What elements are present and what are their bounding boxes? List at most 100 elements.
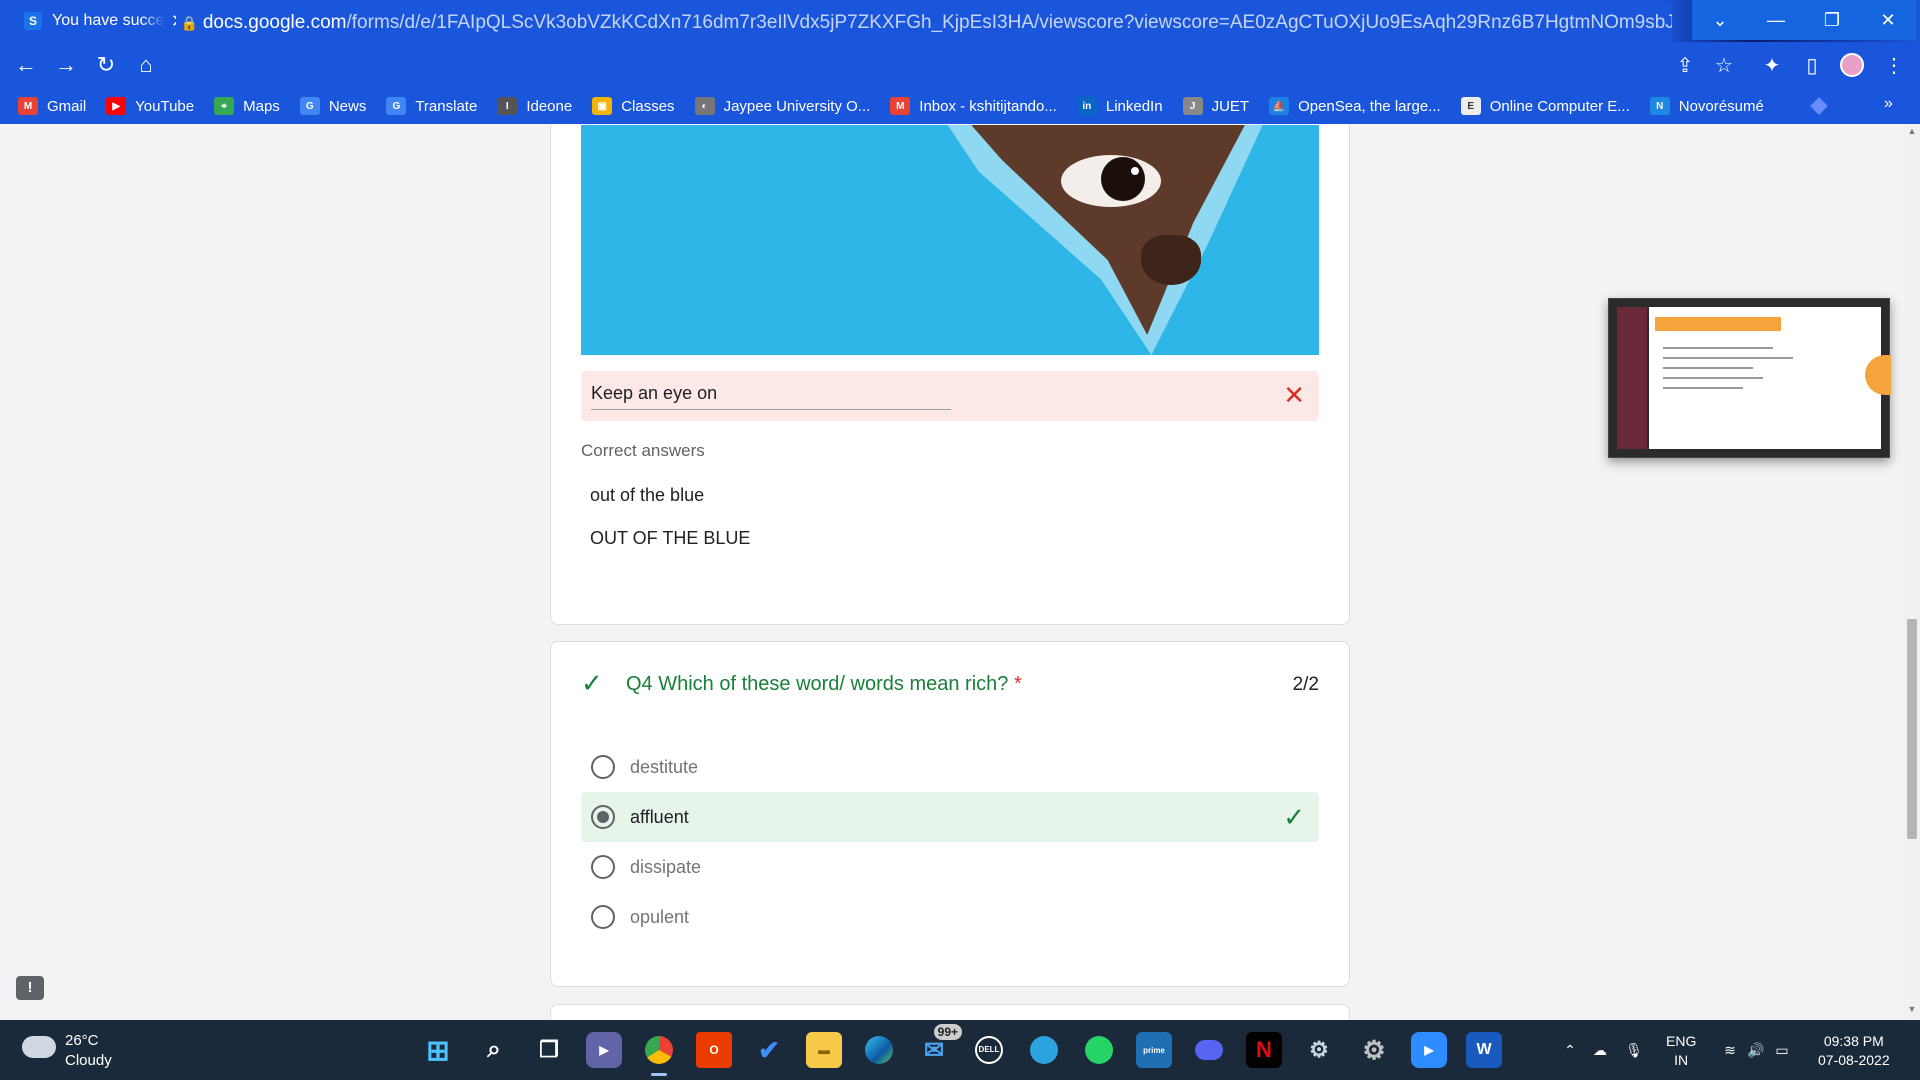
scrollbar-thumb[interactable]: [1907, 619, 1917, 839]
clock-date: 07-08-2022: [1818, 1052, 1890, 1068]
correct-check-icon: ✓: [581, 668, 603, 698]
settings-gear-icon[interactable]: ⚙: [1356, 1032, 1392, 1068]
word-icon[interactable]: W: [1466, 1032, 1502, 1068]
bookmark-item[interactable]: ⌖ Maps: [214, 97, 280, 115]
bookmark-item[interactable]: J JUET: [1182, 97, 1249, 115]
eye-glint: [1131, 167, 1139, 175]
discord-icon[interactable]: [1191, 1032, 1227, 1068]
wifi-icon[interactable]: ≋: [1718, 1020, 1742, 1080]
correct-answer-item: OUT OF THE BLUE: [590, 528, 751, 548]
forward-arrow-icon[interactable]: →: [46, 45, 86, 85]
pip-slide-line: [1663, 367, 1753, 369]
battery-icon[interactable]: ▭: [1770, 1020, 1794, 1080]
tab-search-icon[interactable]: ⌄: [1692, 0, 1748, 40]
microphone-icon[interactable]: 🎙: [1620, 1020, 1648, 1080]
side-panel-icon[interactable]: ▯: [1792, 42, 1832, 88]
bookmark-label: Jaypee University O...: [723, 97, 871, 115]
bookmark-item[interactable]: ◐ Jaypee University O...: [694, 97, 871, 115]
language-indicator[interactable]: ENG IN: [1666, 1032, 1696, 1070]
whatsapp-icon[interactable]: [1081, 1032, 1117, 1068]
office-icon[interactable]: O: [696, 1032, 732, 1068]
radio-button: [591, 755, 615, 779]
steam-icon[interactable]: ⚙: [1301, 1032, 1337, 1068]
bookmark-star-icon[interactable]: ☆: [1704, 42, 1744, 88]
bookmark-label: YouTube: [135, 97, 195, 115]
question-card-q3: Keep an eye on ✕ Correct answers out of …: [550, 124, 1350, 625]
close-window-button[interactable]: ✕: [1860, 0, 1916, 40]
bookmark-item[interactable]: M Gmail: [18, 97, 86, 115]
diamond-bookmark-icon[interactable]: [1810, 97, 1828, 115]
start-windows-icon[interactable]: ⊞: [420, 1032, 456, 1068]
vertical-scrollbar[interactable]: ▲ ▼: [1904, 124, 1920, 1020]
bookmark-item[interactable]: I Ideone: [497, 97, 572, 115]
browser-tab[interactable]: SYou have successfully✕: [0, 0, 196, 42]
bookmarks-list: M Gmail ▶ YouTube ⌖ Maps G News G Translate I Ideon…: [18, 97, 1784, 115]
question-card-next: [550, 1004, 1350, 1020]
windows-taskbar: 26°C Cloudy ⊞ ⌕ ❐ ▶ O ✔ ▬ ✉ 99+ DELL prim…: [0, 1020, 1920, 1080]
bookmark-item[interactable]: M Inbox - kshitijtando...: [890, 97, 1057, 115]
share-icon[interactable]: ⇪: [1665, 42, 1705, 88]
scroll-up-icon[interactable]: ▲: [1904, 126, 1920, 136]
todo-check-icon[interactable]: ✔: [751, 1032, 787, 1068]
chrome-icon[interactable]: [641, 1032, 677, 1076]
bookmark-item[interactable]: G Translate: [386, 97, 477, 115]
zoom-icon[interactable]: ▶: [1411, 1032, 1447, 1068]
reload-icon[interactable]: ↻: [86, 45, 126, 85]
edge-icon[interactable]: [861, 1032, 897, 1068]
browser-toolbar: ← → ↻ ⌂: [0, 42, 1920, 88]
bookmark-favicon-icon: M: [18, 97, 38, 115]
address-bar[interactable]: 🔒 docs.google.com/forms/d/e/1FAIpQLScVk3…: [176, 4, 1672, 42]
lock-icon[interactable]: 🔒: [176, 15, 203, 32]
home-icon[interactable]: ⌂: [126, 45, 166, 85]
bookmark-item[interactable]: in LinkedIn: [1076, 97, 1163, 115]
bookmark-label: LinkedIn: [1105, 97, 1163, 115]
weather-temperature[interactable]: 26°C: [65, 1032, 99, 1049]
menu-kebab-icon[interactable]: ⋮: [1874, 42, 1914, 88]
back-arrow-icon[interactable]: ←: [6, 45, 46, 85]
pip-slide-line: [1663, 387, 1743, 389]
restore-button[interactable]: ❐: [1804, 0, 1860, 40]
bookmark-item[interactable]: ⛵ OpenSea, the large...: [1269, 97, 1441, 115]
region-code: IN: [1674, 1052, 1689, 1068]
clock[interactable]: 09:38 PM 07-08-2022: [1818, 1032, 1890, 1070]
weather-description[interactable]: Cloudy: [65, 1052, 112, 1069]
scroll-down-icon[interactable]: ▼: [1904, 1004, 1920, 1014]
more-bookmarks-icon[interactable]: »: [1884, 95, 1893, 113]
cloud-icon[interactable]: [22, 1036, 56, 1058]
task-view-icon[interactable]: ❐: [531, 1032, 567, 1068]
dell-icon[interactable]: DELL: [971, 1032, 1007, 1068]
file-explorer-icon[interactable]: ▬: [806, 1032, 842, 1068]
bookmark-item[interactable]: N Novorésumé: [1649, 97, 1764, 115]
picture-in-picture-window[interactable]: [1608, 298, 1891, 458]
bookmark-item[interactable]: G News: [299, 97, 367, 115]
bookmark-label: OpenSea, the large...: [1298, 97, 1441, 115]
bookmark-item[interactable]: ▶ YouTube: [106, 97, 194, 115]
bookmark-item[interactable]: E Online Computer E...: [1460, 97, 1630, 115]
s-icon: S: [24, 12, 42, 30]
profile-avatar[interactable]: [1832, 42, 1872, 88]
telegram-icon[interactable]: [1026, 1032, 1062, 1068]
volume-icon[interactable]: 🔊: [1744, 1020, 1768, 1080]
teams-chat-icon[interactable]: ▶: [586, 1032, 622, 1068]
language-code: ENG: [1666, 1033, 1697, 1049]
extensions-icon[interactable]: ✦: [1752, 42, 1792, 88]
tray-overflow-icon[interactable]: ⌃: [1556, 1020, 1584, 1080]
feedback-icon[interactable]: !: [16, 976, 44, 1000]
onedrive-icon[interactable]: ☁: [1586, 1020, 1614, 1080]
bookmark-favicon-icon: M: [890, 97, 911, 115]
netflix-icon[interactable]: N: [1246, 1032, 1282, 1068]
question-title: Q4 Which of these word/ words mean rich?…: [626, 673, 1022, 696]
clock-time: 09:38 PM: [1823, 1033, 1884, 1049]
tab-title: You have successfully: [52, 12, 165, 29]
question-title-text: Q4 Which of these word/ words mean rich?: [626, 673, 1009, 695]
incorrect-x-icon: ✕: [1283, 380, 1305, 410]
pip-slide-line: [1663, 377, 1763, 379]
bookmark-item[interactable]: ▣ Classes: [592, 97, 675, 115]
minimize-button[interactable]: —: [1748, 0, 1804, 40]
search-icon[interactable]: ⌕: [476, 1032, 512, 1068]
bookmark-label: Maps: [243, 97, 280, 115]
prime-video-icon[interactable]: prime: [1136, 1032, 1172, 1068]
bookmark-label: News: [328, 97, 367, 115]
bookmark-favicon-icon: G: [386, 97, 407, 115]
mail-icon[interactable]: ✉ 99+: [916, 1024, 962, 1068]
